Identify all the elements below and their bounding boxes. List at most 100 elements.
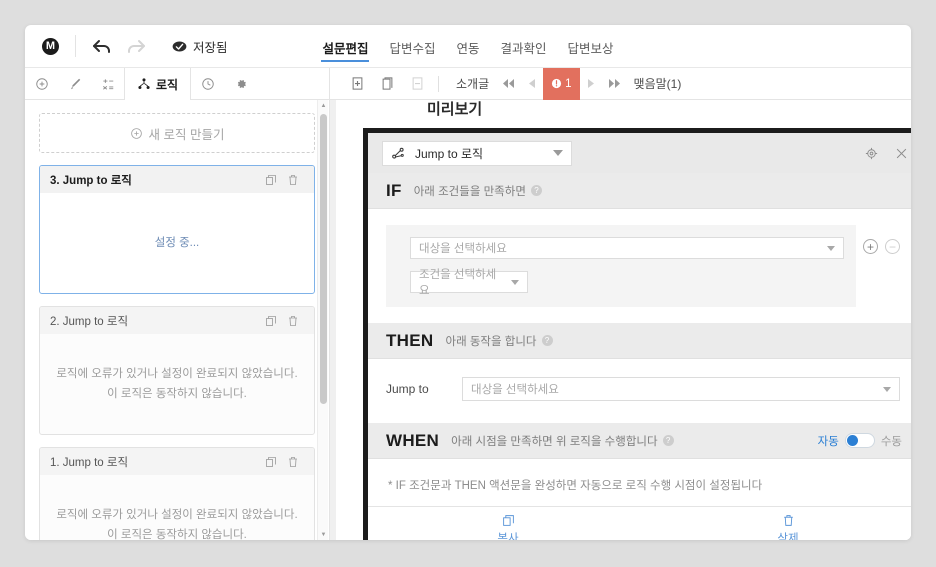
page-intro-label[interactable]: 소개글: [448, 75, 497, 92]
file-minus-icon: [412, 77, 422, 90]
plus-circle-icon: [35, 78, 48, 90]
scroll-down-arrow-icon[interactable]: ▼: [318, 529, 329, 540]
sidebar-scrollbar-thumb[interactable]: [320, 114, 327, 404]
page-error-badge[interactable]: 1: [543, 67, 580, 100]
branch-icon: [392, 147, 404, 159]
next-page-button[interactable]: [580, 68, 603, 100]
logic-card-delete-button[interactable]: [282, 315, 304, 327]
undo-button[interactable]: [90, 34, 114, 58]
trash-icon: [289, 456, 297, 467]
then-action-label: Jump to: [386, 382, 429, 396]
first-page-button[interactable]: [497, 68, 520, 100]
branch-icon: [138, 78, 150, 90]
if-target-select[interactable]: 대상을 선택하세요: [410, 237, 844, 259]
chevron-down-icon: [827, 245, 835, 251]
logic-card[interactable]: 2. Jump to 로직 로직에 오류가 있거나 설정이 완료되지 않았습니다…: [39, 306, 315, 435]
add-condition-button[interactable]: +: [863, 239, 878, 254]
next-page-icon: [588, 79, 595, 88]
new-page-button[interactable]: [342, 76, 372, 91]
tab-survey-edit[interactable]: 설문편집: [321, 26, 370, 68]
if-section-header: IF 아래 조건들을 만족하면 ?: [368, 173, 911, 209]
help-icon[interactable]: ?: [662, 435, 674, 446]
logic-target-button[interactable]: [856, 146, 886, 161]
formula-tool[interactable]: [91, 68, 124, 100]
chevron-down-icon: [883, 386, 891, 392]
target-crosshair-icon: [865, 147, 877, 159]
delete-logic-button[interactable]: 삭제: [648, 507, 911, 540]
file-copy-icon: [382, 77, 392, 90]
last-page-button[interactable]: [603, 68, 626, 100]
logic-editor-modal: Jump to 로직 IF 아래 조건들을 만족하면 ? 대상을 선택하세요 조…: [363, 128, 911, 540]
toggle-manual-label[interactable]: 수동: [881, 433, 902, 449]
logic-card-status-line: 로직에 오류가 있거나 설정이 완료되지 않았습니다.: [56, 367, 298, 380]
logic-card-status-line: 이 로직은 동작하지 않습니다.: [107, 529, 247, 540]
then-target-select[interactable]: 대상을 선택하세요: [462, 377, 900, 401]
copy-icon: [502, 515, 514, 526]
delete-page-button[interactable]: [402, 76, 432, 91]
then-keyword: THEN: [386, 330, 434, 350]
then-section-body: Jump to 대상을 선택하세요: [368, 359, 911, 423]
when-section-header: WHEN 아래 시점을 만족하면 위 로직을 수행합니다 ? 자동 수동: [368, 423, 911, 459]
logic-card-copy-button[interactable]: [260, 174, 282, 186]
logic-type-select[interactable]: Jump to 로직: [382, 140, 572, 166]
logic-tab-label: 로직: [156, 77, 179, 92]
tool-row: 로직 소개글 1 맺음말(1): [25, 67, 911, 101]
main-nav: 설문편집 답변수집 연동 결과확인 답변보상: [25, 25, 911, 68]
help-icon[interactable]: ?: [541, 335, 553, 346]
copy-icon: [266, 315, 276, 326]
logic-card-status-line: 로직에 오류가 있거나 설정이 완료되지 않았습니다.: [56, 508, 298, 521]
logic-card-status-line: 이 로직은 동작하지 않습니다.: [107, 388, 247, 400]
logic-card[interactable]: 1. Jump to 로직 로직에 오류가 있거나 설정이 완료되지 않았습니다…: [39, 447, 315, 540]
then-target-placeholder: 대상을 선택하세요: [471, 384, 559, 396]
copy-logic-button[interactable]: 복사: [368, 507, 648, 540]
save-status-label: 저장됨: [193, 40, 228, 55]
tab-rewards[interactable]: 답변보상: [567, 26, 615, 68]
duplicate-page-button[interactable]: [372, 76, 402, 91]
settings-tool[interactable]: [224, 68, 257, 100]
history-tool[interactable]: [191, 68, 224, 100]
logic-card-status: 로직에 오류가 있거나 설정이 완료되지 않았습니다. 이 로직은 동작하지 않…: [40, 334, 314, 434]
if-description-text: 아래 조건들을 만족하면: [413, 185, 526, 198]
toggle-auto-label[interactable]: 자동: [818, 433, 839, 449]
when-mode-toggle[interactable]: [844, 433, 875, 448]
logic-card-status-line: 설정 중...: [154, 236, 200, 249]
logic-tab[interactable]: 로직: [124, 68, 192, 101]
logic-card-header: 3. Jump to 로직: [40, 166, 314, 193]
logic-modal-footer: 복사 삭제: [368, 506, 911, 540]
add-question-tool[interactable]: [25, 68, 58, 100]
prev-page-icon: [528, 79, 535, 88]
chevron-down-icon: [553, 150, 563, 156]
tab-integration[interactable]: 연동: [455, 26, 480, 68]
logic-card-delete-button[interactable]: [282, 174, 304, 186]
logic-card-status: 로직에 오류가 있거나 설정이 완료되지 않았습니다. 이 로직은 동작하지 않…: [40, 475, 314, 540]
new-logic-label: 새 로직 만들기: [148, 127, 225, 142]
clock-icon: [201, 78, 214, 90]
logic-card-header: 2. Jump to 로직: [40, 307, 314, 334]
scroll-up-arrow-icon[interactable]: ▲: [318, 100, 329, 111]
logic-card-copy-button[interactable]: [260, 456, 282, 468]
help-icon[interactable]: ?: [530, 185, 542, 196]
app-window: M 저장됨 설문편집 답변수집 연동 결과확인 답변보상 로직 소개글 1 맺음…: [25, 25, 911, 540]
redo-arrow-icon: [128, 40, 145, 53]
brush-icon: [70, 78, 80, 90]
logic-card-title: 2. Jump to 로직: [50, 315, 129, 328]
sidebar-scrollbar[interactable]: ▲ ▼: [317, 100, 328, 540]
plus-circle-icon: [130, 127, 142, 139]
when-keyword: WHEN: [386, 430, 440, 450]
if-condition-select[interactable]: 조건을 선택하세요: [410, 269, 528, 297]
logic-card[interactable]: 3. Jump to 로직 설정 중...: [39, 165, 315, 294]
close-modal-button[interactable]: [886, 146, 911, 161]
prev-page-button[interactable]: [520, 68, 543, 100]
remove-condition-button[interactable]: −: [885, 239, 900, 254]
then-description-text: 아래 동작을 합니다: [445, 335, 537, 348]
design-tool[interactable]: [58, 68, 91, 100]
tab-response-collect[interactable]: 답변수집: [388, 26, 436, 68]
circle-m-logo[interactable]: M: [42, 37, 59, 55]
page-outro-label[interactable]: 맺음말(1): [626, 75, 690, 92]
logic-card-delete-button[interactable]: [282, 456, 304, 468]
redo-button[interactable]: [114, 34, 148, 58]
tab-results[interactable]: 결과확인: [500, 26, 548, 68]
when-section-note: * IF 조건문과 THEN 액션문을 완성하면 자동으로 로직 수행 시점이 …: [388, 480, 763, 492]
logic-card-copy-button[interactable]: [260, 315, 282, 327]
new-logic-button[interactable]: 새 로직 만들기: [39, 113, 315, 153]
